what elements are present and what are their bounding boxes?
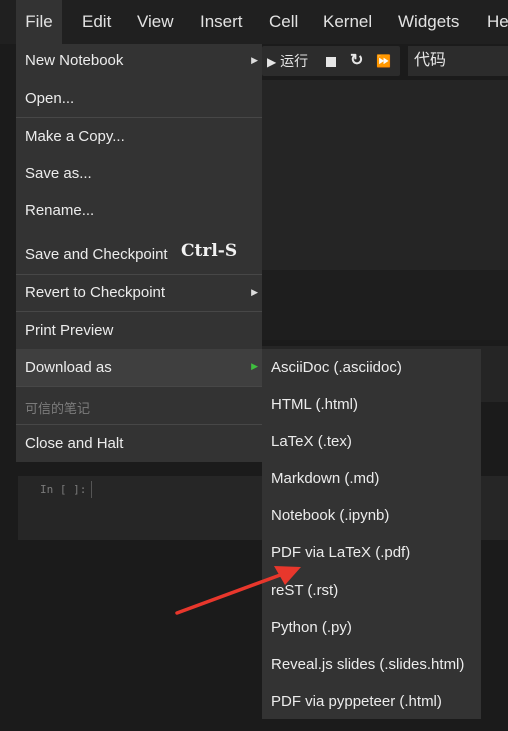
menu-item-label: Print Preview	[25, 322, 114, 339]
menu-item-save-checkpoint[interactable]: Save and Checkpoint Ctrl-S	[16, 240, 262, 268]
menu-file[interactable]: File	[16, 0, 62, 44]
menu-item-label: Close and Halt	[25, 435, 124, 452]
menu-item-label: Open...	[25, 90, 75, 107]
download-html[interactable]: HTML (.html)	[271, 396, 358, 413]
menu-item-label: New Notebook	[25, 52, 124, 69]
menu-view[interactable]: View	[137, 0, 174, 44]
menu-divider	[16, 311, 262, 312]
play-icon: ▶	[267, 55, 277, 69]
restart-run-all-button[interactable]: ⏩	[376, 46, 391, 76]
toolbar: ▶ 运行 ↻ ⏩	[262, 46, 400, 76]
restart-icon: ↻	[350, 52, 364, 69]
run-button[interactable]: ▶ 运行	[267, 46, 308, 76]
menu-cell[interactable]: Cell	[269, 0, 298, 44]
menu-item-print-preview[interactable]: Print Preview	[16, 322, 262, 344]
menu-item-trusted-notebook: 可信的笔记	[16, 398, 262, 420]
submenu-arrow-icon: ▶	[251, 55, 258, 65]
menu-item-new-notebook[interactable]: New Notebook ▶	[16, 52, 262, 74]
cell-prompt: In [ ]:	[40, 483, 87, 496]
download-submenu: AsciiDoc (.asciidoc) HTML (.html) LaTeX …	[262, 349, 481, 719]
menu-item-rename[interactable]: Rename...	[16, 202, 262, 224]
download-pdf-latex[interactable]: PDF via LaTeX (.pdf)	[271, 544, 410, 561]
menu-item-make-copy[interactable]: Make a Copy...	[16, 128, 262, 150]
menu-item-label: Save as...	[25, 165, 92, 182]
menu-divider	[16, 424, 262, 425]
menubar: File Edit View Insert Cell Kernel Widget…	[0, 0, 508, 44]
download-latex[interactable]: LaTeX (.tex)	[271, 433, 352, 450]
menu-kernel[interactable]: Kernel	[323, 0, 372, 44]
download-reveal-slides[interactable]: Reveal.js slides (.slides.html)	[271, 656, 464, 673]
download-markdown[interactable]: Markdown (.md)	[271, 470, 379, 487]
menu-item-label: Save and Checkpoint	[25, 246, 168, 263]
menu-divider	[16, 386, 262, 387]
stop-icon	[326, 57, 336, 68]
menu-item-close-halt[interactable]: Close and Halt	[16, 435, 262, 457]
menu-insert[interactable]: Insert	[200, 0, 243, 44]
download-python[interactable]: Python (.py)	[271, 619, 352, 636]
run-label: 运行	[280, 53, 309, 69]
restart-button[interactable]: ↻	[350, 46, 363, 76]
menu-item-label: Download as	[25, 359, 112, 376]
cell-input-edge	[91, 481, 92, 498]
shortcut-label: Ctrl-S	[181, 241, 238, 261]
menu-help[interactable]: He	[487, 0, 508, 44]
menu-item-label: Revert to Checkpoint	[25, 284, 166, 301]
fast-forward-icon: ⏩	[376, 54, 391, 68]
cell-type-select[interactable]: 代码	[408, 46, 508, 76]
menu-widgets[interactable]: Widgets	[398, 0, 459, 44]
menu-item-open[interactable]: Open...	[16, 90, 262, 112]
submenu-arrow-icon: ▶	[251, 361, 258, 371]
menu-edit[interactable]: Edit	[82, 0, 111, 44]
download-pdf-pyppeteer[interactable]: PDF via pyppeteer (.html)	[271, 693, 442, 710]
menu-item-label: Make a Copy...	[25, 128, 125, 145]
menu-item-revert-checkpoint[interactable]: Revert to Checkpoint ▶	[16, 284, 262, 306]
menu-item-label: 可信的笔记	[25, 401, 91, 416]
menu-item-save-as[interactable]: Save as...	[16, 165, 262, 187]
menu-divider	[16, 117, 262, 118]
download-rest[interactable]: reST (.rst)	[271, 582, 338, 599]
menu-item-download-as[interactable]: Download as ▶	[16, 349, 262, 386]
menu-item-label: Rename...	[25, 202, 95, 219]
menu-divider	[16, 274, 262, 275]
interrupt-button[interactable]	[326, 46, 336, 76]
file-menu: New Notebook ▶ Open... Make a Copy... Sa…	[16, 44, 262, 462]
download-asciidoc[interactable]: AsciiDoc (.asciidoc)	[271, 359, 402, 376]
submenu-arrow-icon: ▶	[251, 287, 258, 297]
download-notebook[interactable]: Notebook (.ipynb)	[271, 507, 389, 524]
